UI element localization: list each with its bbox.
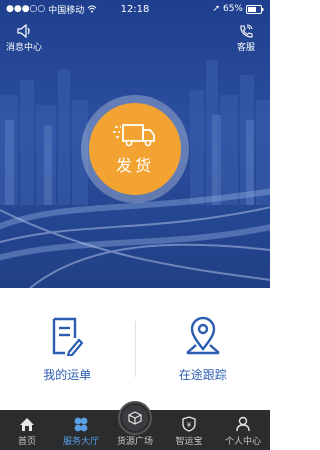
tab-service-hall-label: 服务大厅 bbox=[62, 437, 99, 447]
in-transit-tracking-button[interactable]: 在途跟踪 bbox=[136, 316, 271, 383]
customer-service-button[interactable]: 客服 bbox=[226, 24, 266, 53]
battery-icon bbox=[246, 4, 264, 14]
ship-label: 发货 bbox=[115, 156, 154, 175]
clover-icon bbox=[74, 417, 88, 432]
tab-smart-transport-label: 智运宝 bbox=[175, 437, 203, 447]
battery-percent: 65% bbox=[222, 4, 243, 14]
hero-banner: ●●●○○ 中国移动 12:18 ➚ 65% 消息中心 客服 发货 bbox=[0, 0, 270, 288]
shield-icon: ¥ bbox=[182, 416, 196, 432]
my-waybill-label: 我的运单 bbox=[43, 367, 92, 382]
in-transit-tracking-label: 在途跟踪 bbox=[178, 367, 227, 382]
box-icon bbox=[128, 411, 142, 425]
quick-actions: 我的运单 在途跟踪 bbox=[0, 288, 270, 410]
carrier-name: 中国移动 bbox=[48, 5, 85, 16]
ship-button-ring: 发货 bbox=[81, 95, 189, 203]
tab-cargo-square[interactable]: 货源广场 bbox=[108, 401, 162, 450]
svg-text:¥: ¥ bbox=[187, 421, 192, 429]
speaker-icon bbox=[17, 24, 30, 38]
document-pen-icon bbox=[53, 317, 84, 356]
tab-cargo-square-label: 货源广场 bbox=[116, 437, 153, 447]
tab-home-label: 首页 bbox=[17, 437, 36, 447]
customer-service-label: 客服 bbox=[236, 43, 255, 53]
message-center-label: 消息中心 bbox=[5, 43, 42, 53]
status-bar: ●●●○○ 中国移动 12:18 ➚ 65% bbox=[0, 0, 270, 18]
tab-personal-center[interactable]: 个人中心 bbox=[216, 410, 270, 450]
location-arrow-icon: ➚ bbox=[212, 4, 220, 14]
location-pin-icon bbox=[185, 316, 220, 354]
bottom-tab-bar: 首页 服务大厅 货源广场 ¥ 智运宝 个人中心 bbox=[0, 401, 270, 450]
tab-smart-transport[interactable]: ¥ 智运宝 bbox=[162, 410, 216, 450]
person-icon bbox=[236, 416, 250, 432]
phone-icon bbox=[240, 24, 253, 38]
tab-personal-center-label: 个人中心 bbox=[224, 437, 261, 447]
home-icon bbox=[20, 418, 34, 431]
cargo-square-bubble-inner bbox=[122, 405, 148, 431]
signal-icon: ●●●○○ bbox=[6, 4, 46, 14]
ship-button[interactable]: 发货 bbox=[89, 103, 181, 195]
message-center-button[interactable]: 消息中心 bbox=[4, 24, 44, 53]
cargo-square-bubble bbox=[118, 401, 152, 435]
my-waybill-button[interactable]: 我的运单 bbox=[0, 316, 135, 383]
tab-home[interactable]: 首页 bbox=[0, 410, 54, 450]
wifi-icon bbox=[87, 5, 97, 13]
truck-icon bbox=[113, 124, 155, 147]
tab-service-hall[interactable]: 服务大厅 bbox=[54, 410, 108, 450]
